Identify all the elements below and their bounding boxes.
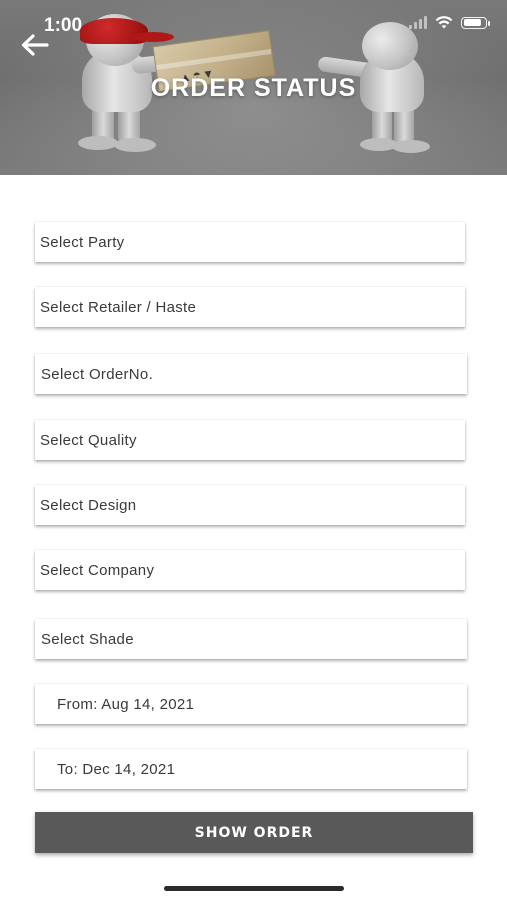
shade-select[interactable]: Select Shade [35, 619, 467, 659]
from-date-picker[interactable]: From: Aug 14, 2021 [35, 684, 467, 724]
design-select[interactable]: Select Design [35, 485, 465, 525]
battery-icon [461, 16, 490, 29]
to-date-picker[interactable]: To: Dec 14, 2021 [35, 749, 467, 789]
figure-foot [78, 136, 118, 150]
status-icons [409, 16, 490, 29]
header-banner: ▲☂▼ 1:00 ORDER STATUS [0, 0, 507, 175]
red-cap-brim [132, 32, 174, 42]
package-tape [156, 49, 272, 71]
signal-icon [409, 16, 427, 29]
order-status-screen: ▲☂▼ 1:00 ORDER STATUS Select Party Selec… [0, 0, 507, 900]
battery-level [463, 19, 481, 26]
page-title: ORDER STATUS [150, 74, 357, 102]
arrow-left-icon [21, 34, 49, 56]
retailer-select[interactable]: Select Retailer / Haste [35, 287, 465, 327]
party-select[interactable]: Select Party [35, 222, 465, 262]
quality-select[interactable]: Select Quality [35, 420, 465, 460]
figure-head [362, 22, 418, 70]
figure-foot [392, 140, 430, 153]
order-no-select[interactable]: Select OrderNo. [35, 354, 467, 394]
wifi-icon [435, 16, 453, 29]
company-select[interactable]: Select Company [35, 550, 465, 590]
back-button[interactable] [18, 30, 52, 60]
figure-foot [114, 138, 156, 152]
show-order-button[interactable]: SHOW ORDER [35, 812, 473, 853]
home-indicator[interactable] [164, 886, 344, 891]
